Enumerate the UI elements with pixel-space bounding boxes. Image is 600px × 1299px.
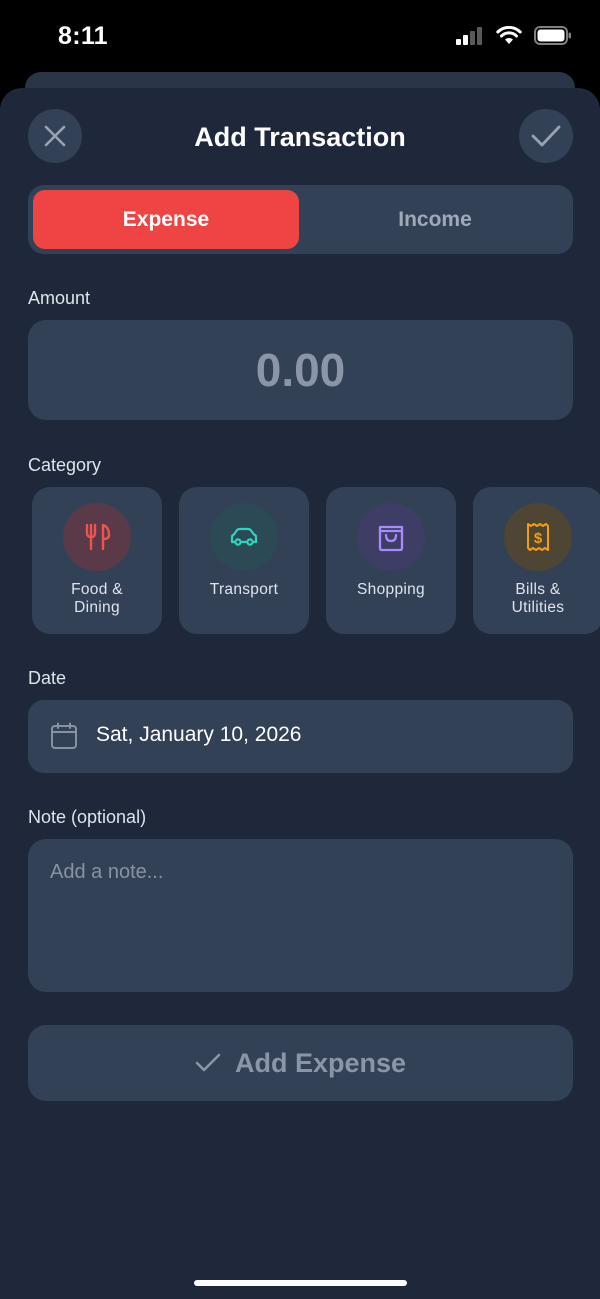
add-expense-label: Add Expense <box>234 1047 407 1078</box>
expense-tab[interactable]: Expense <box>33 190 299 249</box>
note-label: Note (optional) <box>28 807 147 827</box>
amount-label: Amount <box>28 288 91 308</box>
cellular-signal-icon <box>456 26 482 45</box>
category-icon-circle: $ <box>504 503 572 571</box>
income-tab[interactable]: Income <box>302 190 568 249</box>
status-time: 8:11 <box>58 22 108 50</box>
car-icon <box>230 527 258 546</box>
home-indicator <box>194 1280 407 1286</box>
category-list: Food & Dining Transport Shopping $ Bills… <box>32 487 600 634</box>
category-label: Category <box>28 455 102 475</box>
category-label-bills: Bills & Utilities <box>511 581 565 616</box>
category-icon-circle <box>210 503 278 571</box>
category-bills-utilities[interactable]: $ Bills & Utilities <box>473 487 600 634</box>
amount-value: 0.00 <box>255 344 346 396</box>
status-bar: 8:11 <box>0 0 600 76</box>
wifi-icon <box>496 26 522 44</box>
fork-knife-icon <box>85 523 111 551</box>
category-icon-circle <box>63 503 131 571</box>
page-title: Add Transaction <box>194 122 406 152</box>
confirm-button[interactable] <box>519 109 573 163</box>
svg-text:$: $ <box>534 530 543 547</box>
category-label-transport: Transport <box>209 581 279 598</box>
add-expense-button[interactable]: Add Expense <box>28 1025 573 1101</box>
category-transport[interactable]: Transport <box>179 487 309 634</box>
transaction-type-toggle: Expense Income <box>28 185 573 254</box>
category-shopping[interactable]: Shopping <box>326 487 456 634</box>
shopping-bag-icon <box>378 525 404 552</box>
receipt-icon: $ <box>527 523 549 551</box>
add-transaction-sheet: Add Transaction Expense Income Amount 0.… <box>0 88 600 1299</box>
checkmark-icon <box>195 1053 221 1072</box>
category-label-shopping: Shopping <box>357 581 425 598</box>
amount-input[interactable]: 0.00 <box>28 320 573 420</box>
date-label: Date <box>28 668 67 688</box>
battery-icon <box>534 26 571 45</box>
date-value: Sat, January 10, 2026 <box>96 723 302 746</box>
checkmark-icon <box>531 125 561 147</box>
note-field[interactable] <box>28 839 573 992</box>
status-icons <box>456 26 572 45</box>
category-food-dining[interactable]: Food & Dining <box>32 487 162 634</box>
date-picker[interactable]: Sat, January 10, 2026 <box>28 700 573 773</box>
calendar-icon <box>51 722 77 749</box>
category-label-food: Food & Dining <box>71 581 123 616</box>
category-icon-circle <box>357 503 425 571</box>
